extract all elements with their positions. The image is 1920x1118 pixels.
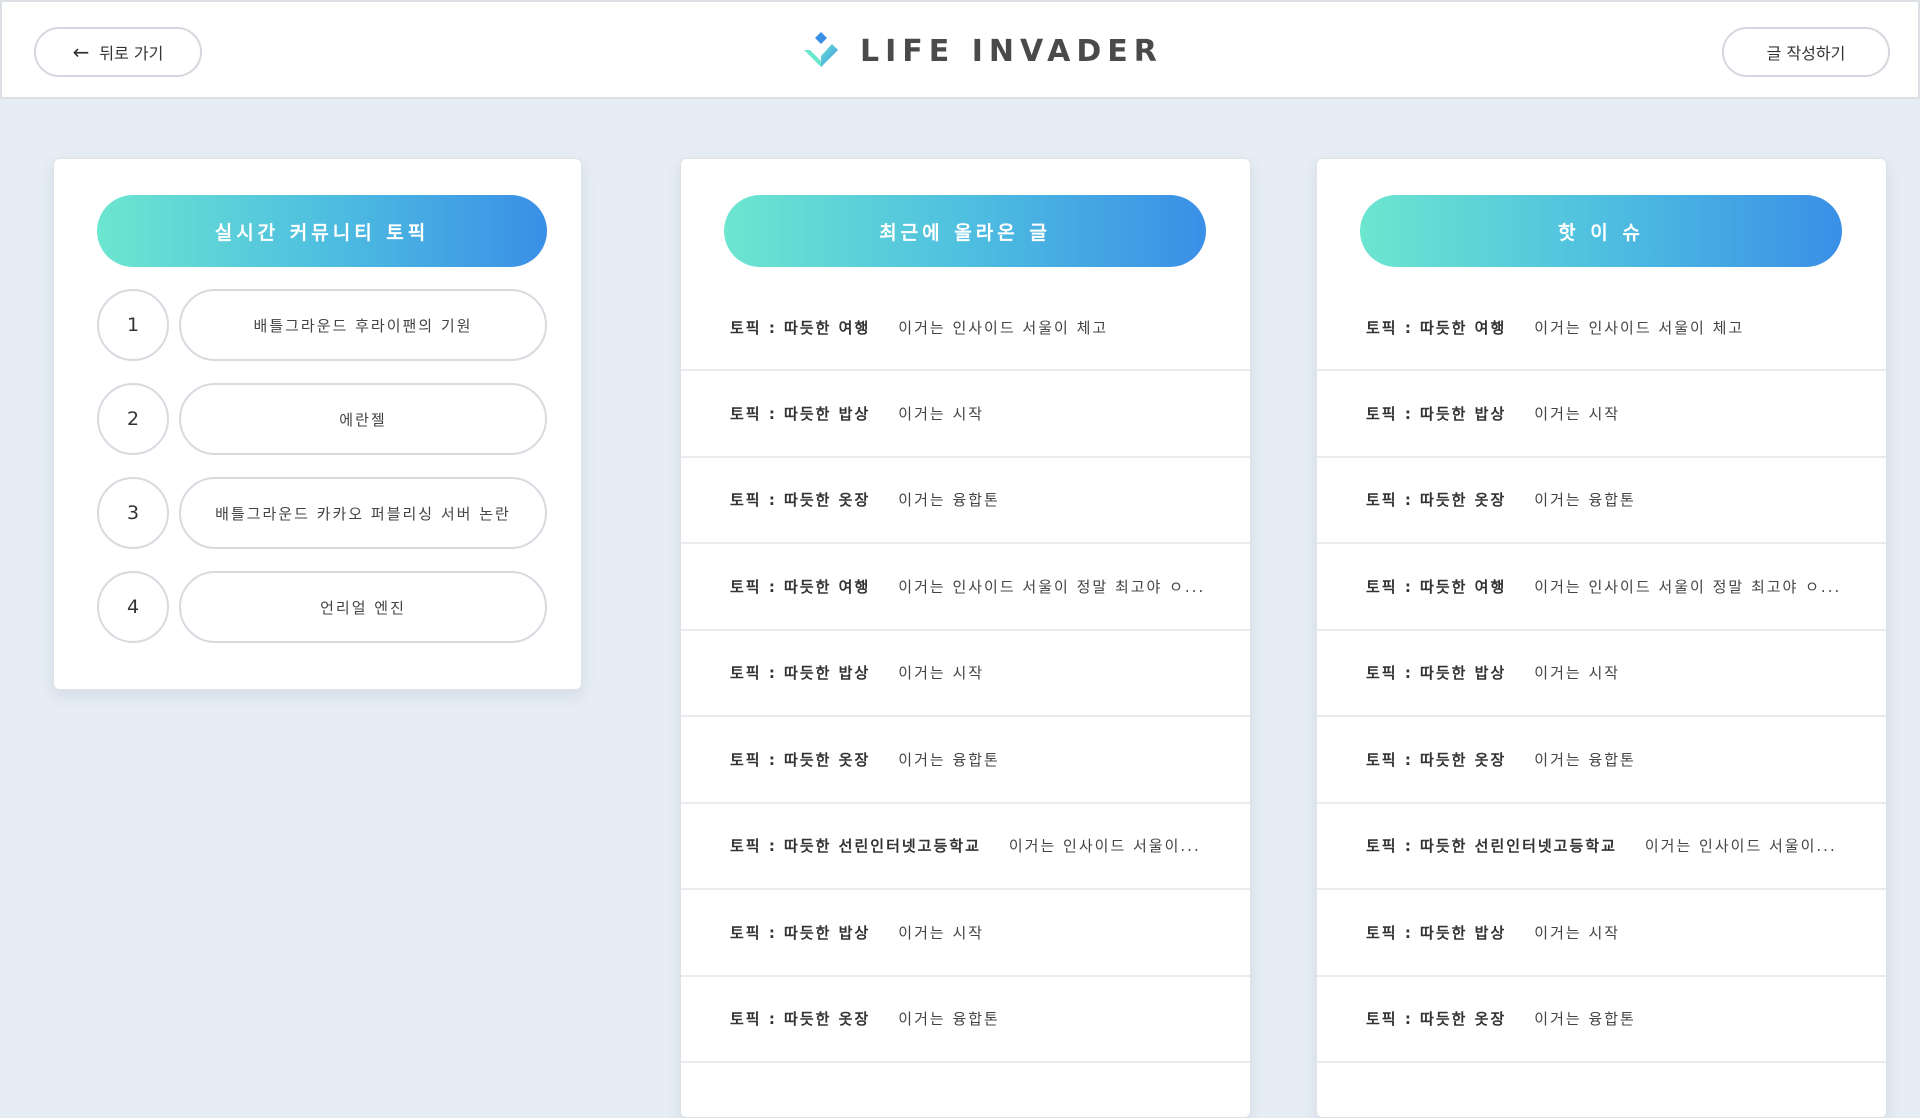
post-text: 이거는 인사이드 서울이 정말 최고야 ㅇ... — [1534, 577, 1842, 596]
post-row[interactable]: 토픽 : 따듯한 선린인터넷고등학교 이거는 인사이드 서울이... — [681, 804, 1250, 890]
post-row[interactable]: 토픽 : 따듯한 옷장 이거는 융합톤 — [681, 977, 1250, 1063]
realtime-topics-title: 실시간 커뮤니티 토픽 — [97, 195, 547, 267]
post-text: 이거는 시작 — [898, 664, 985, 683]
post-row[interactable]: 토픽 : 따듯한 옷장 이거는 융합톤 — [1317, 458, 1886, 544]
post-text: 이거는 융합톤 — [898, 491, 1000, 510]
post-topic: 토픽 : 따듯한 밥상 — [1366, 404, 1507, 423]
post-topic: 토픽 : 따듯한 밥상 — [1366, 923, 1507, 942]
post-topic: 토픽 : 따듯한 여행 — [1366, 577, 1507, 596]
post-row[interactable]: 토픽 : 따듯한 옷장 이거는 융합톤 — [681, 458, 1250, 544]
write-post-button[interactable]: 글 작성하기 — [1722, 27, 1890, 77]
topic-link[interactable]: 에란젤 — [179, 383, 547, 455]
post-topic: 토픽 : 따듯한 선린인터넷고등학교 — [730, 837, 981, 856]
write-post-label: 글 작성하기 — [1766, 44, 1846, 63]
post-topic: 토픽 : 따듯한 여행 — [730, 319, 871, 337]
post-text: 이거는 시작 — [1534, 923, 1621, 942]
post-text: 이거는 융합톤 — [1534, 750, 1636, 769]
logo-text: LIFE INVADER — [860, 33, 1163, 69]
top-header: ← 뒤로 가기 LIFE INVADER 글 작성하기 — [0, 0, 1920, 99]
post-topic: 토픽 : 따듯한 밥상 — [1366, 664, 1507, 683]
post-row[interactable]: 토픽 : 따듯한 밥상 이거는 시작 — [681, 890, 1250, 977]
post-text: 이거는 융합톤 — [1534, 1010, 1636, 1029]
post-row[interactable]: 토픽 : 따듯한 여행 이거는 인사이드 서울이 체고 — [1317, 311, 1886, 371]
arrow-left-icon: ← — [72, 40, 90, 64]
logo-mark-icon — [804, 32, 838, 67]
post-text: 이거는 시작 — [1534, 664, 1621, 683]
topic-rank: 2 — [97, 383, 169, 455]
post-text: 이거는 융합톤 — [1534, 491, 1636, 510]
post-row[interactable]: 토픽 : 따듯한 여행 이거는 인사이드 서울이 정말 최고야 ㅇ... — [1317, 544, 1886, 631]
post-text: 이거는 인사이드 서울이 체고 — [1534, 319, 1745, 337]
post-topic: 토픽 : 따듯한 여행 — [730, 577, 871, 596]
topic-rank: 3 — [97, 477, 169, 549]
post-topic: 토픽 : 따듯한 옷장 — [730, 491, 871, 510]
post-text: 이거는 인사이드 서울이... — [1644, 837, 1837, 856]
topic-item: 4 언리얼 엔진 — [97, 571, 547, 643]
post-row[interactable]: 토픽 : 따듯한 옷장 이거는 융합톤 — [681, 717, 1250, 804]
post-row[interactable]: 토픽 : 따듯한 밥상 이거는 시작 — [681, 631, 1250, 717]
post-row[interactable]: 토픽 : 따듯한 여행 이거는 인사이드 서울이 체고 — [681, 311, 1250, 371]
topic-item: 3 배틀그라운드 카카오 퍼블리싱 서버 논란 — [97, 477, 547, 549]
realtime-topics-card: 실시간 커뮤니티 토픽 1 배틀그라운드 후라이팬의 기원 2 에란젤 3 배틀… — [53, 158, 582, 690]
post-row[interactable]: 토픽 : 따듯한 밥상 이거는 시작 — [681, 371, 1250, 458]
post-row[interactable]: 토픽 : 따듯한 옷장 이거는 융합톤 — [1317, 977, 1886, 1063]
topic-rank: 4 — [97, 571, 169, 643]
recent-post-list: 토픽 : 따듯한 여행 이거는 인사이드 서울이 체고 토픽 : 따듯한 밥상 이거… — [681, 311, 1250, 1063]
recent-posts-title: 최근에 올라온 글 — [724, 195, 1206, 267]
post-row[interactable]: 토픽 : 따듯한 밥상 이거는 시작 — [1317, 890, 1886, 977]
post-text: 이거는 시작 — [1534, 404, 1621, 423]
post-topic: 토픽 : 따듯한 옷장 — [730, 1010, 871, 1029]
post-text: 이거는 시작 — [898, 404, 985, 423]
topic-rank: 1 — [97, 289, 169, 361]
post-topic: 토픽 : 따듯한 옷장 — [730, 750, 871, 769]
post-topic: 토픽 : 따듯한 옷장 — [1366, 491, 1507, 510]
post-row[interactable]: 토픽 : 따듯한 선린인터넷고등학교 이거는 인사이드 서울이... — [1317, 804, 1886, 890]
topic-link[interactable]: 배틀그라운드 카카오 퍼블리싱 서버 논란 — [179, 477, 547, 549]
back-button[interactable]: ← 뒤로 가기 — [34, 27, 202, 77]
recent-posts-card: 최근에 올라온 글 토픽 : 따듯한 여행 이거는 인사이드 서울이 체고 토픽 … — [680, 158, 1251, 1118]
topic-item: 1 배틀그라운드 후라이팬의 기원 — [97, 289, 547, 361]
post-text: 이거는 융합톤 — [898, 750, 1000, 769]
topic-link[interactable]: 언리얼 엔진 — [179, 571, 547, 643]
post-text: 이거는 시작 — [898, 923, 985, 942]
topic-item: 2 에란젤 — [97, 383, 547, 455]
post-text: 이거는 인사이드 서울이... — [1008, 837, 1201, 856]
post-row[interactable]: 토픽 : 따듯한 옷장 이거는 융합톤 — [1317, 717, 1886, 804]
logo[interactable]: LIFE INVADER — [800, 24, 1163, 78]
back-button-label: 뒤로 가기 — [99, 44, 164, 63]
post-topic: 토픽 : 따듯한 밥상 — [730, 923, 871, 942]
post-text: 이거는 융합톤 — [898, 1010, 1000, 1029]
post-row[interactable]: 토픽 : 따듯한 밥상 이거는 시작 — [1317, 631, 1886, 717]
hot-issues-card: 핫 이 슈 토픽 : 따듯한 여행 이거는 인사이드 서울이 체고 토픽 : 따듯… — [1316, 158, 1887, 1118]
post-topic: 토픽 : 따듯한 밥상 — [730, 664, 871, 683]
post-topic: 토픽 : 따듯한 여행 — [1366, 319, 1507, 337]
post-text: 이거는 인사이드 서울이 정말 최고야 ㅇ... — [898, 577, 1206, 596]
post-topic: 토픽 : 따듯한 밥상 — [730, 404, 871, 423]
post-topic: 토픽 : 따듯한 옷장 — [1366, 750, 1507, 769]
post-row[interactable]: 토픽 : 따듯한 밥상 이거는 시작 — [1317, 371, 1886, 458]
post-topic: 토픽 : 따듯한 선린인터넷고등학교 — [1366, 837, 1617, 856]
post-row[interactable]: 토픽 : 따듯한 여행 이거는 인사이드 서울이 정말 최고야 ㅇ... — [681, 544, 1250, 631]
post-topic: 토픽 : 따듯한 옷장 — [1366, 1010, 1507, 1029]
hot-post-list: 토픽 : 따듯한 여행 이거는 인사이드 서울이 체고 토픽 : 따듯한 밥상 이거… — [1317, 311, 1886, 1063]
hot-issues-title: 핫 이 슈 — [1360, 195, 1842, 267]
post-text: 이거는 인사이드 서울이 체고 — [898, 319, 1109, 337]
topic-link[interactable]: 배틀그라운드 후라이팬의 기원 — [179, 289, 547, 361]
